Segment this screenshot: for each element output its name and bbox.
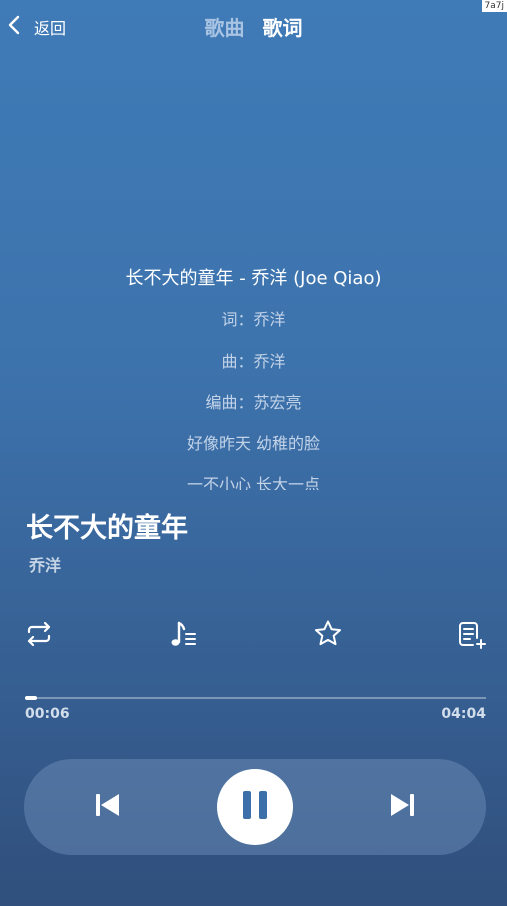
next-icon [386, 790, 418, 824]
tab-lyrics[interactable]: 歌词 [263, 12, 303, 41]
pause-button[interactable] [217, 769, 293, 845]
next-button[interactable] [386, 792, 418, 822]
lyrics-button[interactable] [165, 618, 201, 654]
playback-controls [24, 759, 486, 855]
tab-song[interactable]: 歌曲 [205, 12, 245, 41]
lyrics-icon [167, 618, 199, 654]
add-to-playlist-button[interactable] [453, 618, 489, 654]
total-time: 04:04 [441, 706, 486, 722]
top-bar: 返回 歌曲 歌词 [0, 0, 507, 54]
favorite-button[interactable] [310, 618, 346, 654]
progress-bar[interactable] [25, 696, 486, 700]
playlist-add-icon [455, 618, 487, 654]
repeat-button[interactable] [21, 618, 57, 654]
progress-fill [25, 696, 37, 700]
lyric-line: 词：乔洋 [221, 310, 286, 330]
previous-button[interactable] [92, 792, 124, 822]
current-time: 00:06 [25, 706, 70, 722]
lyric-line: 曲：乔洋 [221, 351, 286, 371]
lyric-line: 编曲：苏宏亮 [205, 392, 302, 412]
lyric-line: 好像昨天 幼稚的脸 [186, 434, 321, 454]
song-artist[interactable]: 乔洋 [29, 552, 61, 576]
repeat-icon [23, 618, 55, 654]
tab-bar: 歌曲 歌词 [0, 12, 507, 41]
star-icon [312, 618, 344, 654]
lyrics-panel[interactable]: 长不大的童年 - 乔洋 (Joe Qiao) 词：乔洋 曲：乔洋 编曲：苏宏亮 … [0, 258, 507, 490]
lyric-line: 一不小心 长大一点 [186, 475, 321, 490]
previous-icon [92, 790, 124, 824]
pause-icon [240, 789, 270, 825]
lyric-line: 长不大的童年 - 乔洋 (Joe Qiao) [125, 268, 382, 289]
song-title: 长不大的童年 [26, 513, 188, 544]
